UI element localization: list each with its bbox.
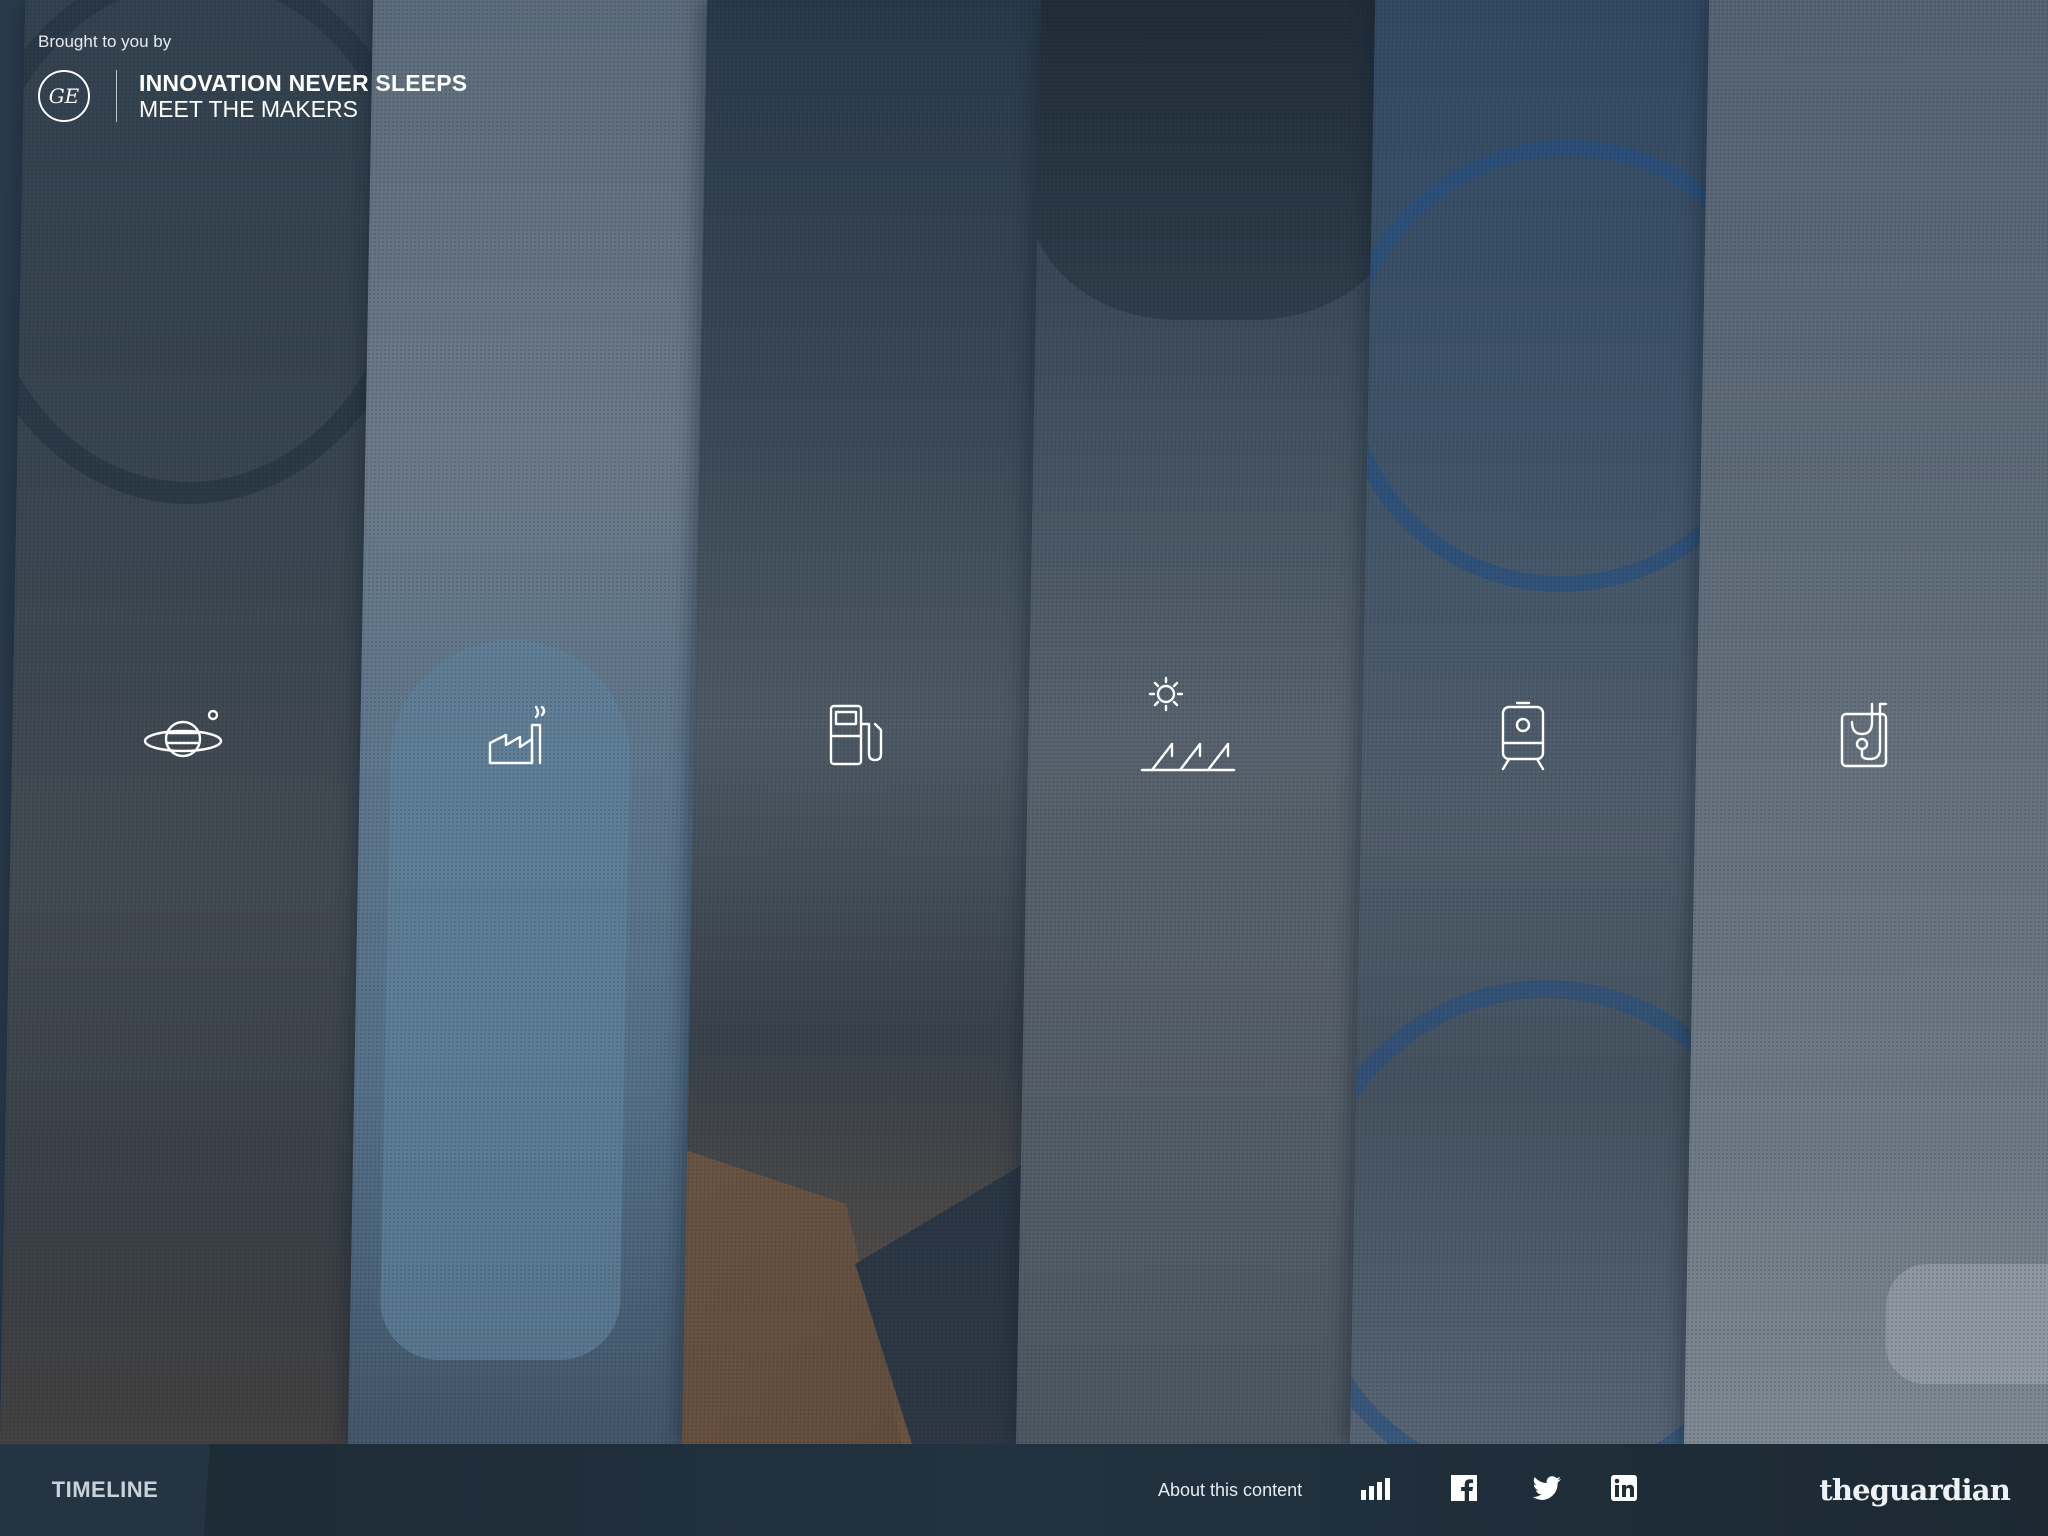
medical-stethoscope-icon[interactable] [1818, 695, 1918, 775]
linkedin-icon[interactable] [1608, 1472, 1640, 1504]
solar-wind-icon[interactable] [1138, 669, 1238, 779]
ge-logo: GE [38, 70, 90, 122]
brand-divider [116, 70, 117, 122]
train-icon[interactable] [1473, 695, 1573, 775]
brand-lockup[interactable]: GE INNOVATION NEVER SLEEPS MEET THE MAKE… [38, 70, 467, 122]
fuel-pump-icon[interactable] [805, 695, 905, 775]
sponsor-header: Brought to you by GE INNOVATION NEVER SL… [38, 32, 467, 122]
planet-icon[interactable] [136, 695, 236, 775]
campaign-subtitle: MEET THE MAKERS [139, 96, 358, 122]
timeline-button[interactable]: TIMELINE [0, 1444, 210, 1536]
chart-bars-icon[interactable] [1360, 1472, 1392, 1504]
twitter-icon[interactable] [1531, 1472, 1563, 1504]
ge-logo-text: GE [48, 84, 80, 108]
brought-to-you-by-text: Brought to you by [38, 32, 172, 51]
guardian-logo[interactable]: theguardian [1819, 1473, 2011, 1507]
campaign-title: INNOVATION NEVER SLEEPS [139, 70, 468, 96]
factory-icon[interactable] [471, 695, 571, 775]
footer-bar: TIMELINE About this content theguardian [0, 1444, 2048, 1536]
facebook-icon[interactable] [1448, 1472, 1480, 1504]
category-icons [0, 676, 2048, 775]
about-this-content-link[interactable]: About this content [1158, 1480, 1302, 1501]
